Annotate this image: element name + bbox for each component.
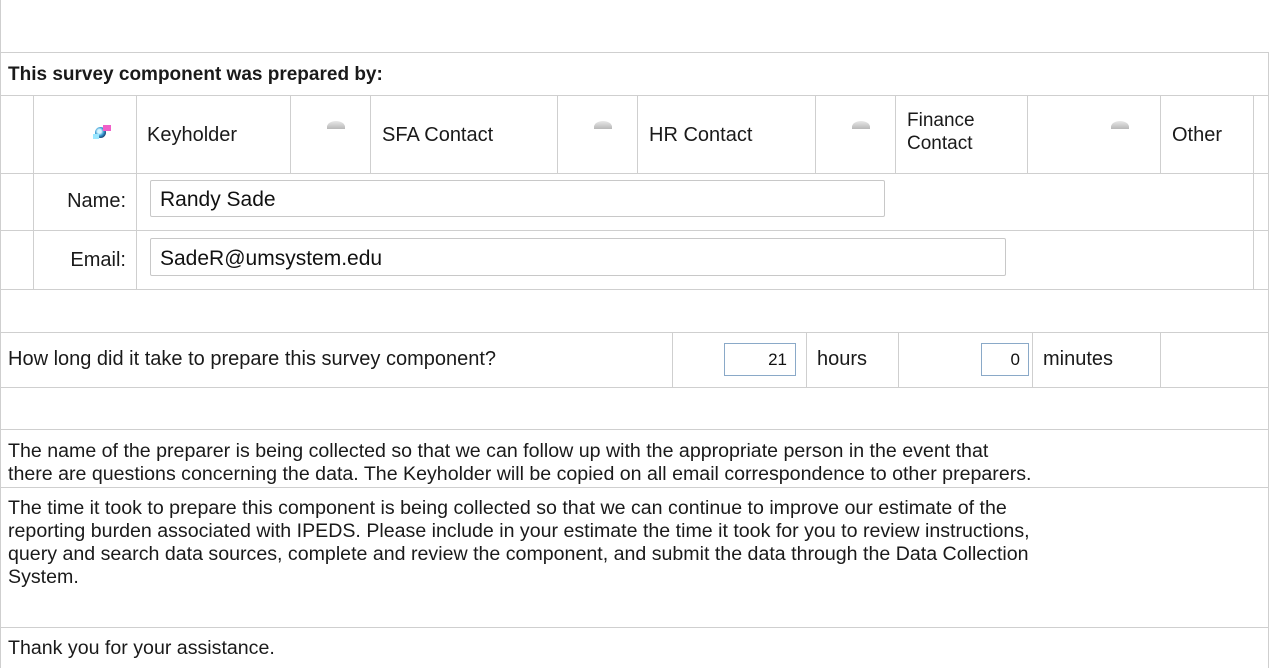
option-label-finance-line1: Finance	[907, 110, 975, 131]
name-input[interactable]	[150, 180, 885, 217]
option-label-finance-line2: Contact	[907, 133, 973, 154]
time-question: How long did it take to prepare this sur…	[8, 348, 497, 370]
column-divider	[1032, 332, 1033, 387]
email-label: Email:	[70, 249, 126, 271]
email-input[interactable]	[150, 238, 1006, 276]
divider	[0, 627, 1269, 628]
hours-label: hours	[817, 348, 868, 370]
left-border	[0, 0, 1, 52]
option-label-finance-contact: Finance Contact	[907, 109, 975, 155]
column-divider	[895, 95, 896, 173]
radio-sfa-contact[interactable]	[327, 121, 345, 129]
time-note-line: The time it took to prepare this compone…	[8, 497, 1007, 519]
option-label-hr-contact: HR Contact	[649, 124, 753, 146]
radio-highlight	[103, 125, 111, 131]
column-divider	[672, 332, 673, 387]
divider	[0, 173, 1269, 174]
name-label: Name:	[67, 190, 126, 212]
preparer-note: The name of the preparer is being collec…	[8, 440, 1266, 486]
radio-hr-contact[interactable]	[594, 121, 612, 129]
radio-keyholder[interactable]	[93, 125, 111, 139]
preparer-note-line: The name of the preparer is being collec…	[8, 440, 989, 462]
preparer-note-line: there are questions concerning the data.…	[8, 463, 1032, 485]
option-label-sfa-contact: SFA Contact	[382, 124, 494, 146]
divider	[0, 332, 1269, 333]
column-divider	[637, 95, 638, 173]
column-divider	[898, 332, 899, 387]
divider	[0, 95, 1269, 96]
column-divider	[290, 95, 291, 173]
divider	[0, 387, 1269, 388]
column-divider	[1160, 95, 1161, 173]
column-divider	[1027, 95, 1028, 173]
column-divider	[557, 95, 558, 173]
column-divider	[1160, 332, 1161, 387]
time-note: The time it took to prepare this compone…	[8, 497, 1266, 589]
radio-finance-contact[interactable]	[852, 121, 870, 129]
hours-input[interactable]	[724, 343, 796, 376]
column-divider	[370, 95, 371, 173]
radio-highlight	[93, 134, 99, 139]
time-note-line: System.	[8, 566, 79, 588]
column-divider	[136, 95, 137, 289]
section-heading: This survey component was prepared by:	[8, 64, 383, 85]
divider	[0, 487, 1269, 488]
column-divider	[806, 332, 807, 387]
column-divider	[815, 95, 816, 173]
thanks-note: Thank you for your assistance.	[8, 637, 275, 659]
option-label-other: Other	[1172, 124, 1223, 146]
divider	[0, 52, 1269, 53]
minutes-input[interactable]	[981, 343, 1029, 376]
time-note-line: query and search data sources, complete …	[8, 543, 1029, 565]
preparer-form: This survey component was prepared by: K…	[0, 0, 1269, 668]
radio-other[interactable]	[1111, 121, 1129, 129]
left-border	[0, 52, 1, 668]
divider	[0, 429, 1269, 430]
option-label-keyholder: Keyholder	[147, 124, 238, 146]
time-note-line: reporting burden associated with IPEDS. …	[8, 520, 1030, 542]
minutes-label: minutes	[1043, 348, 1114, 370]
divider	[0, 289, 1269, 290]
column-divider	[1253, 95, 1254, 289]
divider	[0, 230, 1269, 231]
